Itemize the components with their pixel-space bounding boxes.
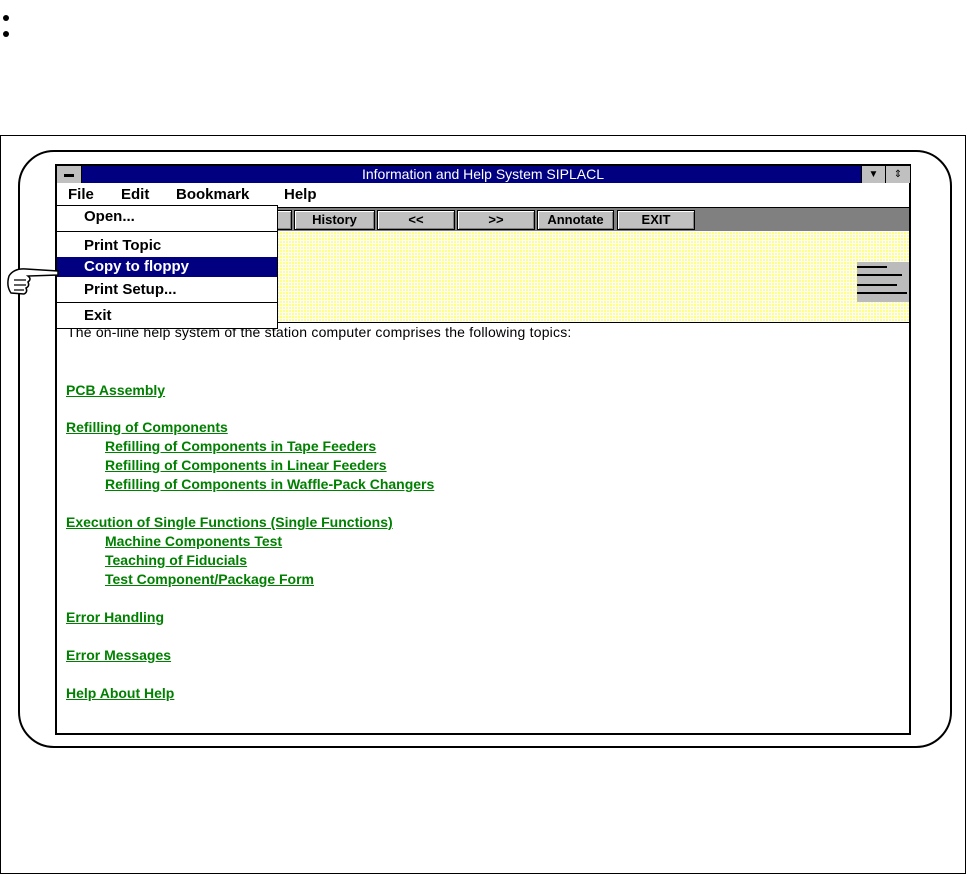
topic-link[interactable]: Error Messages	[66, 647, 171, 663]
topic-link[interactable]: Teaching of Fiducials	[105, 552, 247, 568]
window-title: Information and Help System SIPLACL	[361, 166, 604, 182]
menu-item-print-setup[interactable]: Print Setup...	[57, 280, 277, 300]
forward-button[interactable]: >>	[457, 210, 535, 230]
menu-item-open[interactable]: Open...	[57, 207, 277, 227]
menu-bookmark[interactable]: Bookmark	[176, 186, 249, 203]
bullet	[3, 15, 9, 21]
topic-link[interactable]: Refilling of Components	[66, 419, 228, 435]
topic-link[interactable]: Refilling of Components in Linear Feeder…	[105, 457, 387, 473]
annotate-button[interactable]: Annotate	[537, 210, 614, 230]
menu-edit[interactable]: Edit	[121, 186, 149, 203]
siemens-logo-icon	[857, 262, 909, 302]
exit-button[interactable]: EXIT	[617, 210, 695, 230]
pointing-hand-icon	[7, 268, 59, 295]
restore-button[interactable]: ⇕	[885, 166, 910, 183]
minimize-button[interactable]: ▼	[861, 166, 885, 183]
topic-link[interactable]: Error Handling	[66, 609, 164, 625]
back-button[interactable]: <<	[377, 210, 455, 230]
topic-link[interactable]: Help About Help	[66, 685, 174, 701]
system-menu-button[interactable]: ▬	[57, 166, 82, 183]
title-bar: ▬ Information and Help System SIPLACL ▼ …	[57, 166, 910, 183]
menu-item-print-topic[interactable]: Print Topic	[57, 236, 277, 256]
topic-link[interactable]: Refilling of Components in Waffle-Pack C…	[105, 476, 434, 492]
topic-link[interactable]: Refilling of Components in Tape Feeders	[105, 438, 376, 454]
menu-item-copy-to-floppy[interactable]: Copy to floppy	[57, 257, 277, 277]
topic-link[interactable]: Test Component/Package Form	[105, 571, 314, 587]
file-menu-dropdown: Open... Print Topic Copy to floppy Print…	[56, 205, 278, 329]
menu-file[interactable]: File	[68, 186, 94, 203]
topic-link[interactable]: PCB Assembly	[66, 382, 165, 398]
menu-help[interactable]: Help	[284, 186, 317, 203]
bullet	[3, 31, 9, 37]
topic-link[interactable]: Machine Components Test	[105, 533, 282, 549]
topic-link[interactable]: Execution of Single Functions (Single Fu…	[66, 514, 393, 530]
menu-item-exit[interactable]: Exit	[57, 306, 277, 326]
history-button[interactable]: History	[294, 210, 375, 230]
